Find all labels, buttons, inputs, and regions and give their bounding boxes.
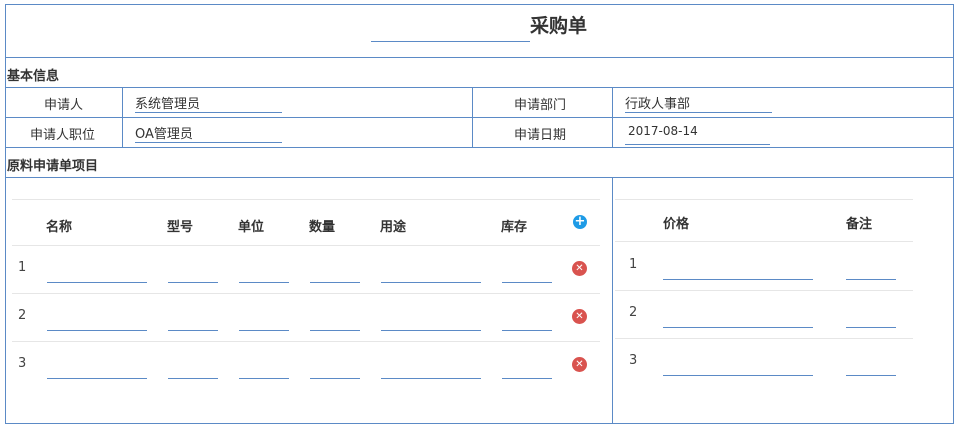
apply-date-value[interactable]: 2017-08-14 — [628, 124, 698, 138]
price-input[interactable] — [663, 327, 813, 328]
model-input[interactable] — [168, 378, 218, 379]
quantity-input[interactable] — [310, 378, 360, 379]
x-circle-icon[interactable]: ✕ — [572, 309, 587, 324]
price-input[interactable] — [663, 375, 813, 376]
model-input[interactable] — [168, 282, 218, 283]
x-circle-icon[interactable]: ✕ — [572, 261, 587, 276]
grid-separator — [612, 88, 613, 147]
department-field-underline — [625, 112, 772, 113]
divider — [6, 117, 953, 118]
price-table-header-border — [615, 241, 913, 242]
row-number: 3 — [629, 353, 638, 368]
col-unit-header: 单位 — [238, 220, 265, 235]
row-divider — [615, 338, 913, 339]
stock-input[interactable] — [502, 282, 552, 283]
name-input[interactable] — [47, 378, 147, 379]
title-underline — [371, 41, 530, 42]
row-number: 2 — [629, 305, 638, 320]
position-field-underline — [135, 142, 282, 143]
divider — [6, 147, 953, 148]
col-quantity-header: 数量 — [309, 220, 336, 235]
col-price-header: 价格 — [663, 217, 690, 232]
stock-input[interactable] — [502, 330, 552, 331]
x-circle-icon[interactable]: ✕ — [572, 357, 587, 372]
grid-separator — [472, 88, 473, 147]
applicant-value[interactable]: 系统管理员 — [135, 93, 200, 112]
remark-input[interactable] — [846, 327, 896, 328]
plus-circle-icon[interactable]: + — [573, 215, 587, 229]
apply-date-field-underline — [625, 144, 770, 145]
divider — [6, 177, 953, 178]
usage-input[interactable] — [381, 378, 481, 379]
col-name-header: 名称 — [46, 220, 73, 235]
title-row: 采购单 — [6, 5, 953, 58]
usage-input[interactable] — [381, 282, 481, 283]
price-input[interactable] — [663, 279, 813, 280]
purchase-form: 采购单 基本信息 申请人 系统管理员 申请部门 行政人事部 申请人职位 OA管理… — [5, 4, 954, 424]
department-value[interactable]: 行政人事部 — [625, 93, 690, 112]
col-model-header: 型号 — [167, 220, 194, 235]
usage-input[interactable] — [381, 330, 481, 331]
items-section-label: 原料申请单项目 — [7, 159, 99, 174]
items-panel-separator — [612, 178, 613, 424]
col-usage-header: 用途 — [380, 220, 407, 235]
name-input[interactable] — [47, 330, 147, 331]
position-value[interactable]: OA管理员 — [135, 123, 193, 142]
department-label: 申请部门 — [514, 98, 567, 113]
col-remark-header: 备注 — [846, 217, 873, 232]
table-top-border — [12, 199, 600, 200]
name-input[interactable] — [47, 282, 147, 283]
table-header-border — [12, 245, 600, 246]
row-divider — [12, 293, 600, 294]
grid-separator — [122, 88, 123, 147]
row-number: 3 — [18, 356, 27, 371]
page-title: 采购单 — [530, 15, 588, 37]
position-label: 申请人职位 — [30, 128, 96, 143]
col-stock-header: 库存 — [501, 220, 528, 235]
model-input[interactable] — [168, 330, 218, 331]
applicant-label: 申请人 — [44, 98, 84, 113]
price-table-top-border — [615, 199, 913, 200]
unit-input[interactable] — [239, 282, 289, 283]
basic-info-label: 基本信息 — [7, 69, 60, 84]
row-number: 1 — [18, 260, 27, 275]
unit-input[interactable] — [239, 378, 289, 379]
stock-input[interactable] — [502, 378, 552, 379]
quantity-input[interactable] — [310, 282, 360, 283]
row-divider — [615, 290, 913, 291]
remark-input[interactable] — [846, 279, 896, 280]
apply-date-label: 申请日期 — [514, 128, 567, 143]
row-divider — [12, 341, 600, 342]
applicant-field-underline — [135, 112, 282, 113]
divider — [6, 87, 953, 88]
unit-input[interactable] — [239, 330, 289, 331]
row-number: 2 — [18, 308, 27, 323]
row-number: 1 — [629, 257, 638, 272]
quantity-input[interactable] — [310, 330, 360, 331]
remark-input[interactable] — [846, 375, 896, 376]
